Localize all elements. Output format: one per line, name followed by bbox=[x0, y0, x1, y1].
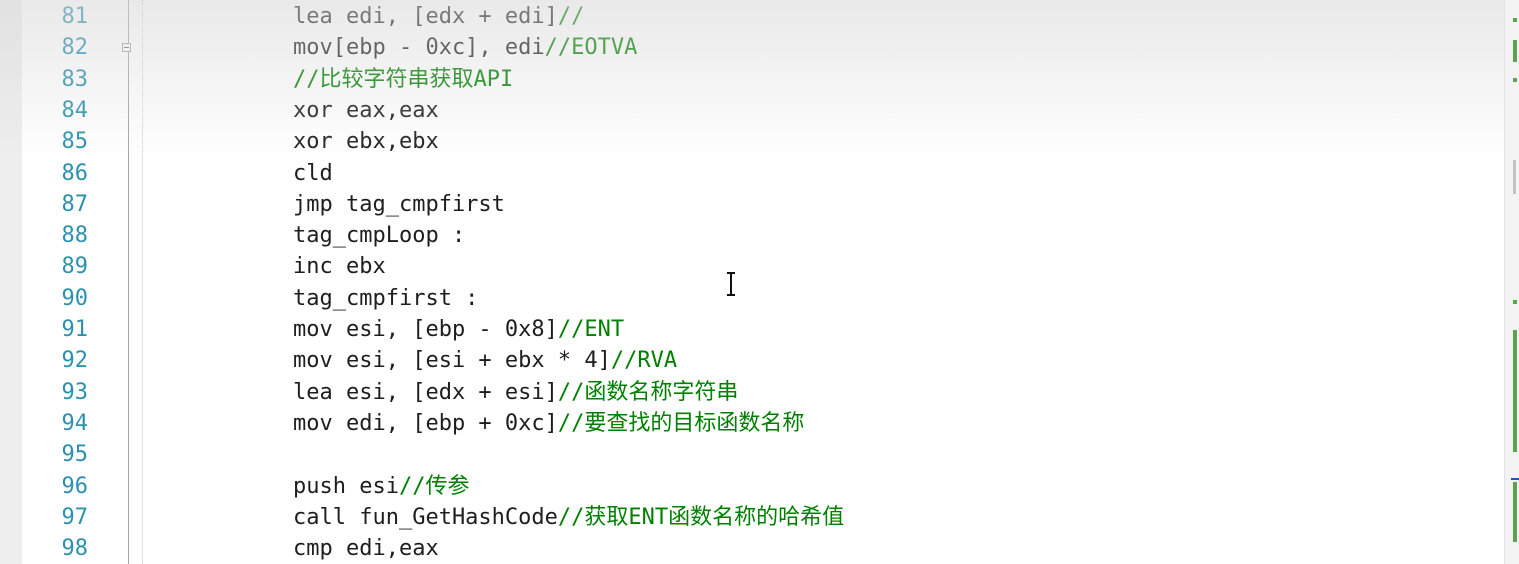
code-line[interactable]: 92 mov esi, [esi + ebx * 4]//RVA bbox=[0, 345, 1505, 376]
code-comment: //EOTVA bbox=[544, 35, 638, 60]
code-line[interactable]: 83 //比较字符串获取API bbox=[0, 64, 1505, 95]
code-comment: //获取ENT函数名称的哈希值 bbox=[557, 505, 845, 530]
code-comment: // bbox=[557, 4, 585, 29]
scroll-change-marker bbox=[1513, 40, 1517, 62]
code-line[interactable]: 84 xor eax,eax bbox=[0, 95, 1505, 126]
line-number: 84 bbox=[61, 98, 89, 123]
line-number: 89 bbox=[61, 254, 89, 279]
code-statement: cmp edi,eax bbox=[293, 536, 439, 561]
code-line[interactable]: 87 jmp tag_cmpfirst bbox=[0, 189, 1505, 220]
code-line[interactable]: 85 xor ebx,ebx bbox=[0, 126, 1505, 157]
code-comment: //传参 bbox=[398, 474, 470, 499]
code-statement: lea esi, [edx + esi] bbox=[293, 380, 558, 405]
scroll-caret-marker bbox=[1511, 478, 1519, 480]
scroll-change-marker bbox=[1513, 300, 1517, 304]
code-text[interactable]: mov edi, [ebp + 0xc]//要查找的目标函数名称 bbox=[293, 408, 804, 439]
code-statement: tag_cmpLoop : bbox=[293, 223, 466, 248]
code-text[interactable]: call fun_GetHashCode//获取ENT函数名称的哈希值 bbox=[293, 502, 844, 533]
code-text[interactable]: xor eax,eax bbox=[293, 95, 439, 126]
code-text[interactable]: inc ebx bbox=[293, 251, 386, 282]
code-line[interactable]: 82 mov[ebp - 0xc], edi//EOTVA bbox=[0, 32, 1505, 63]
code-statement: lea edi, [edx + edi] bbox=[293, 4, 558, 29]
line-number: 81 bbox=[61, 4, 89, 29]
code-text[interactable]: tag_cmpLoop : bbox=[293, 220, 465, 251]
code-text[interactable]: cmp edi,eax bbox=[293, 533, 439, 564]
text-ibeam-cursor-icon bbox=[726, 272, 736, 296]
code-line[interactable]: 94 mov edi, [ebp + 0xc]//要查找的目标函数名称 bbox=[0, 408, 1505, 439]
line-number: 94 bbox=[61, 411, 89, 436]
line-number: 90 bbox=[61, 286, 89, 311]
code-text[interactable]: push esi//传参 bbox=[293, 471, 469, 502]
code-line[interactable]: 96 push esi//传参 bbox=[0, 471, 1505, 502]
code-statement: mov[ebp - 0xc], edi bbox=[293, 35, 545, 60]
code-text[interactable]: mov esi, [ebp - 0x8]//ENT bbox=[293, 314, 624, 345]
code-line[interactable]: 81 lea edi, [edx + edi]// bbox=[0, 1, 1505, 32]
code-text[interactable]: cld bbox=[293, 158, 333, 189]
code-line[interactable]: 97 call fun_GetHashCode//获取ENT函数名称的哈希值 bbox=[0, 502, 1505, 533]
line-number: 91 bbox=[61, 317, 89, 342]
line-number: 92 bbox=[61, 348, 89, 373]
line-number: 87 bbox=[61, 192, 89, 217]
code-text[interactable]: lea esi, [edx + esi]//函数名称字符串 bbox=[293, 377, 738, 408]
line-number: 96 bbox=[61, 474, 89, 499]
code-line[interactable]: 90 tag_cmpfirst : bbox=[0, 283, 1505, 314]
code-line[interactable]: 86 cld bbox=[0, 158, 1505, 189]
code-text[interactable]: //比较字符串获取API bbox=[293, 64, 513, 95]
collapse-minus-icon[interactable] bbox=[122, 43, 131, 52]
code-line[interactable]: 88 tag_cmpLoop : bbox=[0, 220, 1505, 251]
line-number: 86 bbox=[61, 161, 89, 186]
line-number: 88 bbox=[61, 223, 89, 248]
code-comment: //比较字符串获取API bbox=[293, 67, 514, 92]
code-statement: call fun_GetHashCode bbox=[293, 505, 558, 530]
scroll-change-marker bbox=[1513, 482, 1517, 542]
code-line[interactable]: 89 inc ebx bbox=[0, 251, 1505, 282]
code-editor[interactable]: 81 lea edi, [edx + edi]// 82 mov[ebp - 0xc]… bbox=[0, 0, 1519, 564]
code-statement: xor ebx,ebx bbox=[293, 129, 439, 154]
scroll-change-marker bbox=[1513, 78, 1517, 82]
code-line[interactable]: 93 lea esi, [edx + esi]//函数名称字符串 bbox=[0, 377, 1505, 408]
code-text[interactable]: tag_cmpfirst : bbox=[293, 283, 478, 314]
code-text[interactable]: xor ebx,ebx bbox=[293, 126, 439, 157]
code-line[interactable]: 95 bbox=[0, 439, 1505, 470]
scroll-change-marker bbox=[1513, 330, 1517, 452]
code-statement: push esi bbox=[293, 474, 399, 499]
code-statement: mov edi, [ebp + 0xc] bbox=[293, 411, 558, 436]
code-statement: xor eax,eax bbox=[293, 98, 439, 123]
code-text[interactable]: jmp tag_cmpfirst bbox=[293, 189, 505, 220]
code-text[interactable]: mov esi, [esi + ebx * 4]//RVA bbox=[293, 345, 677, 376]
code-statement: inc ebx bbox=[293, 254, 386, 279]
code-comment: //RVA bbox=[610, 348, 678, 373]
code-statement: mov esi, [esi + ebx * 4] bbox=[293, 348, 611, 373]
code-statement: jmp tag_cmpfirst bbox=[293, 192, 505, 217]
code-statement: mov esi, [ebp - 0x8] bbox=[293, 317, 558, 342]
scroll-change-marker bbox=[1513, 18, 1517, 22]
code-comment: //ENT bbox=[557, 317, 625, 342]
code-statement: tag_cmpfirst : bbox=[293, 286, 479, 311]
code-line[interactable]: 91 mov esi, [ebp - 0x8]//ENT bbox=[0, 314, 1505, 345]
line-number: 98 bbox=[61, 536, 89, 561]
code-statement: cld bbox=[293, 161, 333, 186]
code-comment: //函数名称字符串 bbox=[557, 380, 739, 405]
line-number: 97 bbox=[61, 505, 89, 530]
vertical-scrollbar[interactable] bbox=[1504, 0, 1519, 564]
code-line[interactable]: 98 cmp edi,eax bbox=[0, 533, 1505, 564]
line-number: 93 bbox=[61, 380, 89, 405]
line-number: 83 bbox=[61, 67, 89, 92]
code-text[interactable]: mov[ebp - 0xc], edi//EOTVA bbox=[293, 32, 637, 63]
code-comment: //要查找的目标函数名称 bbox=[557, 411, 805, 436]
line-number: 82 bbox=[61, 35, 89, 60]
line-number: 85 bbox=[61, 129, 89, 154]
line-number: 95 bbox=[61, 442, 89, 467]
code-text[interactable]: lea edi, [edx + edi]// bbox=[293, 1, 584, 32]
scroll-thumb[interactable] bbox=[1513, 160, 1516, 194]
